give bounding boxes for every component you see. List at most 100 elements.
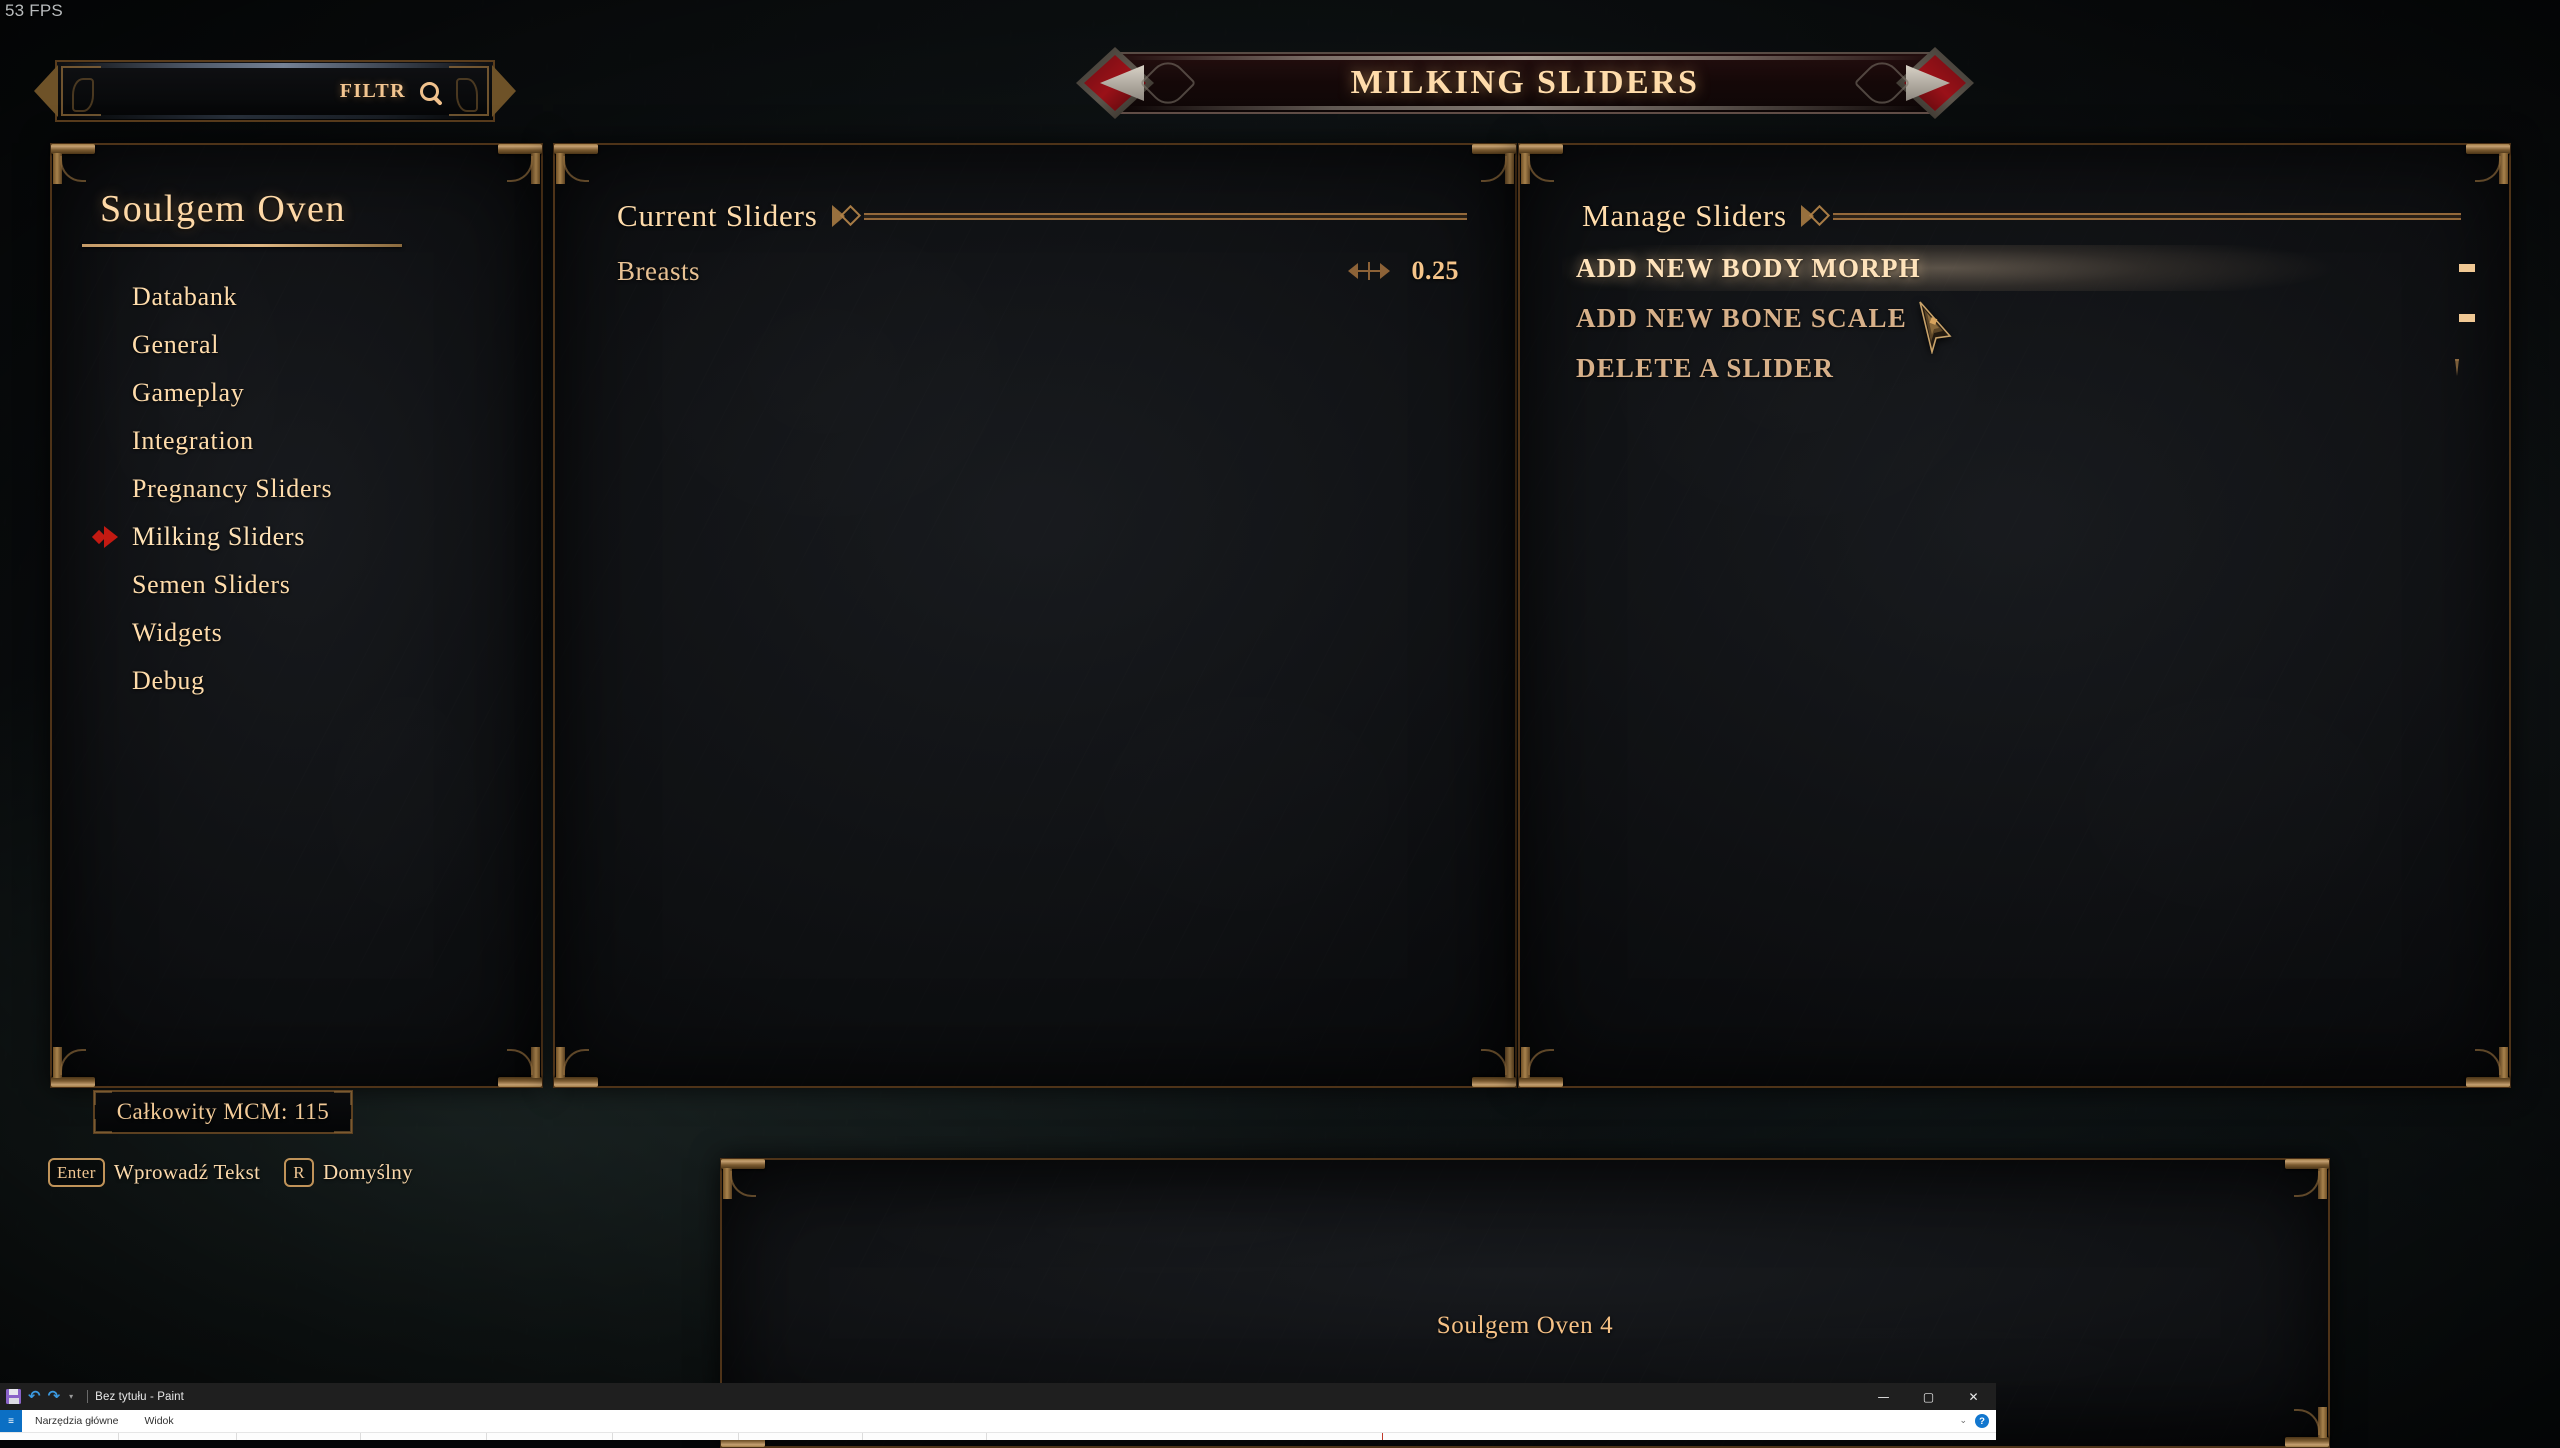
- sidebar-item-integration[interactable]: Integration: [52, 417, 541, 465]
- file-menu-button[interactable]: ≡: [0, 1410, 22, 1432]
- panel-corner-ornament: [2285, 1407, 2329, 1447]
- page-title-banner: MILKING SLIDERS: [1110, 52, 1940, 114]
- mcm-total-label: Całkowity MCM: 115: [117, 1099, 330, 1125]
- save-icon[interactable]: [6, 1389, 21, 1404]
- sidebar-item-gameplay[interactable]: Gameplay: [52, 369, 541, 417]
- paint-titlebar[interactable]: ↶ ↷ ▾ Bez tytułu - Paint — ▢ ✕: [0, 1383, 1996, 1410]
- manage-sliders-heading-label: Manage Sliders: [1582, 198, 1787, 234]
- sidebar-divider: [82, 244, 402, 247]
- selected-marker-icon: [94, 526, 120, 548]
- sidebar-item-label: Semen Sliders: [132, 570, 291, 600]
- ribbon-tab-list: Narzędzia główneWidok: [22, 1410, 187, 1432]
- maximize-icon: ▢: [1923, 1391, 1934, 1403]
- panel-corner-ornament: [1472, 144, 1516, 184]
- slider-name-label: Breasts: [617, 256, 700, 287]
- sidebar-item-general[interactable]: General: [52, 321, 541, 369]
- sidebar-item-label: General: [132, 330, 219, 360]
- heading-glyph-icon: [832, 203, 860, 229]
- sidebar-item-label: Debug: [132, 666, 205, 696]
- manage-sliders-panel: Manage Sliders ADD NEW BODY MORPH ADD NEW…: [1518, 143, 2511, 1088]
- sidebar-item-label: Widgets: [132, 618, 223, 648]
- manage-option-delete-a-slider[interactable]: DELETE A SLIDER: [1576, 343, 2459, 393]
- nudge-arrows-icon[interactable]: [1348, 260, 1390, 282]
- filter-search-bar[interactable]: FILTR: [55, 60, 495, 122]
- key-hint: R Domyślny: [284, 1158, 413, 1187]
- panel-corner-ornament: [51, 1047, 95, 1087]
- sidebar-item-semen-sliders[interactable]: Semen Sliders: [52, 561, 541, 609]
- filter-bar-right-ornament: [449, 66, 489, 116]
- slider-row[interactable]: Breasts 0.25: [617, 249, 1459, 293]
- manage-option-add-new-bone-scale[interactable]: ADD NEW BONE SCALE: [1576, 293, 2459, 343]
- current-sliders-panel: Current Sliders Breasts 0.25: [553, 143, 1517, 1088]
- ribbon-tab-view[interactable]: Widok: [131, 1410, 186, 1432]
- manage-sliders-heading: Manage Sliders: [1582, 198, 2461, 234]
- sidebar-item-label: Integration: [132, 426, 254, 456]
- paint-quick-access-toolbar: ↶ ↷ ▾: [0, 1389, 95, 1404]
- slider-value[interactable]: 0.25: [1403, 256, 1459, 286]
- chevron-down-icon[interactable]: ▾: [69, 1392, 73, 1401]
- panel-corner-ornament: [498, 144, 542, 184]
- search-icon[interactable]: [420, 82, 439, 101]
- panel-corner-ornament: [2285, 1159, 2329, 1199]
- key-hints-bar: Enter Wprowadź Tekst R Domyślny: [48, 1158, 413, 1187]
- key-cap: Enter: [48, 1158, 105, 1187]
- minimize-button[interactable]: —: [1861, 1383, 1906, 1410]
- panel-corner-ornament: [2466, 144, 2510, 184]
- panel-corner-ornament: [498, 1047, 542, 1087]
- panel-corner-ornament: [1519, 144, 1563, 184]
- filter-bar-right-arrow-ornament: [492, 65, 516, 117]
- sidebar-item-milking-sliders[interactable]: Milking Sliders: [52, 513, 541, 561]
- sidebar-menu: Databank General Gameplay Integration Pregna…: [52, 273, 541, 705]
- maximize-button[interactable]: ▢: [1906, 1383, 1951, 1410]
- current-sliders-heading-label: Current Sliders: [617, 198, 818, 234]
- toolbar-divider: [87, 1390, 88, 1403]
- paint-ribbon-tabs[interactable]: ≡ Narzędzia główneWidok ⌄ ?: [0, 1410, 1996, 1432]
- key-action-label: Domyślny: [323, 1160, 413, 1185]
- heading-rule: [1833, 213, 2461, 220]
- minimize-icon: —: [1878, 1391, 1890, 1403]
- sidebar-item-label: Gameplay: [132, 378, 244, 408]
- current-sliders-heading: Current Sliders: [617, 198, 1467, 234]
- panel-corner-ornament: [1519, 1047, 1563, 1087]
- manage-option-add-new-body-morph[interactable]: ADD NEW BODY MORPH: [1576, 243, 2459, 293]
- info-panel-text: Soulgem Oven 4: [722, 1312, 2328, 1340]
- color-accent-marker: [1382, 1433, 1383, 1440]
- fps-counter: 53 FPS: [5, 1, 63, 21]
- manage-option-label: DELETE A SLIDER: [1576, 353, 1834, 384]
- sidebar-item-label: Databank: [132, 282, 237, 312]
- ribbon-right-controls: ⌄ ?: [1959, 1414, 1996, 1428]
- panel-corner-ornament: [554, 1047, 598, 1087]
- panel-corner-ornament: [1472, 1047, 1516, 1087]
- filter-bar-left-arrow-ornament: [34, 65, 58, 117]
- paint-window[interactable]: ↶ ↷ ▾ Bez tytułu - Paint — ▢ ✕ ≡ Narzędz…: [0, 1383, 1996, 1440]
- close-button[interactable]: ✕: [1951, 1383, 1996, 1410]
- panel-corner-ornament: [2466, 1047, 2510, 1087]
- sidebar-item-pregnancy-sliders[interactable]: Pregnancy Sliders: [52, 465, 541, 513]
- key-cap: R: [284, 1158, 314, 1187]
- sidebar-item-databank[interactable]: Databank: [52, 273, 541, 321]
- manage-option-label: ADD NEW BONE SCALE: [1576, 303, 1907, 334]
- page-title: MILKING SLIDERS: [1351, 64, 1700, 102]
- sidebar-item-label: Milking Sliders: [132, 522, 305, 552]
- dropdown-icon[interactable]: [2455, 359, 2459, 376]
- ribbon-tab-home[interactable]: Narzędzia główne: [22, 1410, 131, 1432]
- sidebar-item-label: Pregnancy Sliders: [132, 474, 332, 504]
- undo-icon[interactable]: ↶: [28, 1389, 41, 1404]
- key-action-label: Wprowadź Tekst: [114, 1160, 260, 1185]
- sidebar-item-debug[interactable]: Debug: [52, 657, 541, 705]
- close-icon: ✕: [1968, 1391, 1978, 1403]
- sidebar-item-widgets[interactable]: Widgets: [52, 609, 541, 657]
- manage-option-label: ADD NEW BODY MORPH: [1576, 253, 1921, 284]
- redo-icon[interactable]: ↷: [48, 1389, 61, 1404]
- manage-option-control: [2455, 359, 2459, 377]
- key-hint: Enter Wprowadź Tekst: [48, 1158, 260, 1187]
- paint-toolbar-strip[interactable]: [0, 1432, 1996, 1440]
- filter-label: FILTR: [340, 80, 406, 103]
- sidebar-panel: Soulgem Oven DatabankGeneralGameplayInte…: [50, 143, 543, 1088]
- paint-window-title: Bez tytułu - Paint: [95, 1391, 184, 1403]
- panel-corner-ornament: [554, 144, 598, 184]
- panel-corner-ornament: [51, 144, 95, 184]
- help-icon[interactable]: ?: [1975, 1414, 1989, 1428]
- panel-corner-ornament: [721, 1159, 765, 1199]
- chevron-down-icon[interactable]: ⌄: [1959, 1416, 1967, 1426]
